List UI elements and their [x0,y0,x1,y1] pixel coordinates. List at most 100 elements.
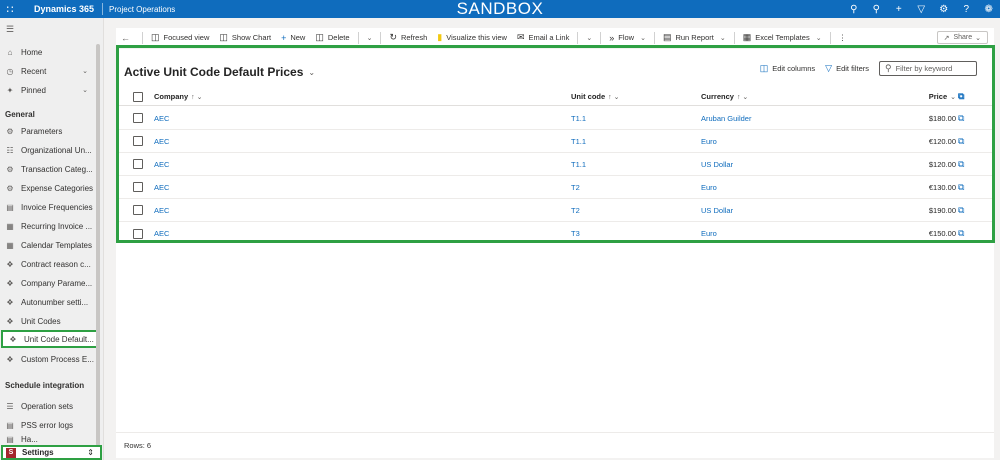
sidebar-item-label: Autonumber setti... [21,297,89,307]
chevron-down-icon: ⌄ [975,34,981,42]
report-icon: ▤ [662,32,672,42]
refresh-label: Refresh [400,33,428,42]
sidebar-item-label: Invoice Frequencies [21,202,93,212]
divider [357,31,359,44]
puzzle-icon: ❖ [6,278,14,288]
flow-label: Flow [618,33,635,42]
sidebar-item-label: Home [21,47,43,57]
divider [380,31,382,44]
sidebar-item-parameters[interactable]: ⚙ Parameters [0,122,98,140]
sidebar-item-home[interactable]: ⌂ Home [0,43,98,61]
sidebar-item-label: Custom Process E... [21,354,94,364]
excel-templates-label: Excel Templates [755,33,810,42]
divider [653,31,655,44]
app-launcher-icon[interactable]: ∷ [0,0,20,18]
flow-icon: » [609,32,615,43]
chevron-down-icon: ⌄ [586,34,593,42]
show-chart-label: Show Chart [231,33,272,42]
sidebar: ☰ ⌂ Home ◷ Recent ⌄ ✦ Pinned ⌄ General ⚙… [0,18,104,460]
sidebar-item-recent[interactable]: ◷ Recent ⌄ [0,62,98,80]
plus-icon[interactable]: + [888,4,911,15]
help-icon[interactable]: ? [955,4,978,15]
home-icon: ⌂ [7,47,13,57]
email-link-label: Email a Link [528,33,570,42]
sidebar-heading-general: General [5,110,35,119]
share-icon: ↗ [943,34,950,42]
sidebar-item-company-parameters[interactable]: ❖ Company Parame... [0,274,98,292]
sidebar-item-invoice-frequencies[interactable]: ▤ Invoice Frequencies [0,198,98,216]
puzzle-icon: ❖ [6,297,14,307]
calendar-template-icon: ▦ [6,240,14,250]
sidebar-item-label: PSS error logs [21,420,74,430]
sidebar-item-recurring-invoice[interactable]: ▦ Recurring Invoice ... [0,217,98,235]
divider [829,31,831,44]
refresh-icon: ↻ [389,32,397,42]
sidebar-item-label: Ha... [21,434,38,444]
power-bi-icon: ▮ [437,32,443,42]
new-label: New [290,33,306,42]
sidebar-item-autonumber-settings[interactable]: ❖ Autonumber setti... [0,293,98,311]
clock-icon: ◷ [6,66,14,76]
filter-icon[interactable]: ▽ [910,4,933,15]
divider [142,31,143,44]
focused-view-icon: ◫ [151,32,160,42]
sidebar-item-contract-reason-codes[interactable]: ❖ Contract reason c... [0,255,98,273]
sidebar-item-label: Unit Codes [21,316,61,326]
calendar-icon: ▦ [6,221,14,231]
search-icon[interactable]: ⚲ [843,4,866,15]
puzzle-icon: ❖ [6,354,14,364]
chevron-down-icon[interactable]: ⌄ [82,67,88,75]
sidebar-item-label: Contract reason c... [21,259,91,269]
sidebar-item-organizational-units[interactable]: ☷ Organizational Un... [0,141,98,159]
sidebar-item-custom-process-extensions[interactable]: ❖ Custom Process E... [0,350,98,368]
area-switcher[interactable]: S Settings ⇕ [1,445,102,460]
lightbulb-icon[interactable]: ⚲ [865,4,888,15]
app-name[interactable]: Dynamics 365 [20,4,102,14]
trash-icon: ◫ [315,32,324,42]
sidebar-item-transaction-categories[interactable]: ⚙ Transaction Categ... [0,160,98,178]
rows-count: Rows: 6 [116,432,994,458]
highlight-box [116,45,995,243]
sidebar-item-label: Unit Code Default... [24,334,94,344]
sidebar-item-calendar-templates[interactable]: ▦ Calendar Templates [0,236,98,254]
org-chart-icon: ☷ [6,145,14,155]
gear-icon[interactable]: ⚙ [933,4,956,15]
chevron-down-icon: ⌄ [366,34,373,42]
chart-icon: ◫ [219,32,228,42]
sidebar-item-label: Recent [21,66,47,76]
sidebar-item-label: Transaction Categ... [21,164,93,174]
gear-icon: ⚙ [6,164,14,174]
sidebar-item-pinned[interactable]: ✦ Pinned ⌄ [0,81,98,99]
back-arrow-icon: ← [121,32,130,43]
divider [733,31,735,44]
top-bar: ∷ Dynamics 365 Project Operations SANDBO… [0,0,1000,18]
copilot-icon[interactable]: ❁ [978,4,1000,15]
chevron-down-icon: ⌄ [640,34,646,42]
top-icons: ⚲ ⚲ + ▽ ⚙ ? ❁ [843,0,1000,18]
plus-icon: + [281,32,287,43]
area-switcher-label: Settings [22,448,54,457]
puzzle-icon: ❖ [9,334,17,344]
invoice-icon: ▤ [6,202,14,212]
sidebar-item-unit-code-default-prices[interactable]: ❖ Unit Code Default... [1,330,98,348]
sidebar-item-unit-codes[interactable]: ❖ Unit Codes [0,312,98,330]
sidebar-item-expense-categories[interactable]: ⚙ Expense Categories [0,179,98,197]
chevron-updown-icon[interactable]: ⇕ [87,448,94,457]
sidebar-scrollbar[interactable] [96,44,100,446]
share-label: Share [953,34,973,41]
share-button[interactable]: ↗ Share ⌄ [936,31,988,44]
sidebar-item-label: Calendar Templates [21,240,93,250]
more-icon: ⋮ [838,33,847,42]
gear-icon: ⚙ [6,183,14,193]
sidebar-item-pss-error-logs[interactable]: ▤ PSS error logs [0,416,98,434]
sidebar-item-partial[interactable]: ▤ Ha... [0,433,98,445]
sidebar-item-label: Organizational Un... [21,145,92,155]
area-name[interactable]: Project Operations [103,5,175,14]
list-icon: ☰ [6,401,14,411]
pin-icon: ✦ [6,85,14,95]
chevron-down-icon[interactable]: ⌄ [82,86,88,94]
sidebar-item-label: Company Parame... [21,278,93,288]
hamburger-icon[interactable]: ☰ [6,24,14,35]
sidebar-item-operation-sets[interactable]: ☰ Operation sets [0,397,98,415]
sidebar-item-label: Recurring Invoice ... [21,221,93,231]
